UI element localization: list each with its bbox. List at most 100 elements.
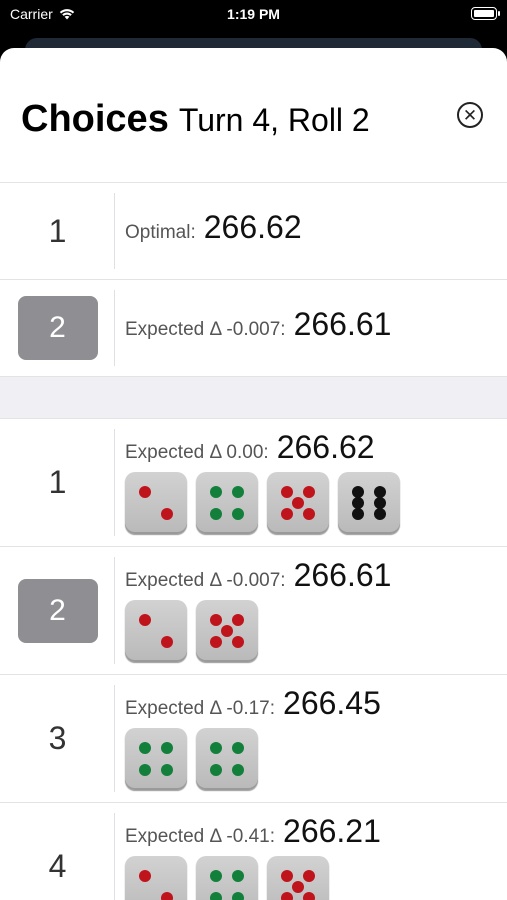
choice-content: Expected Δ 0.00: 266.62 — [125, 429, 400, 534]
expected-label: Optimal: — [125, 222, 196, 243]
expected-value-line: Optimal: 266.62 — [125, 209, 302, 246]
die-pip — [210, 614, 222, 626]
die-pip — [210, 636, 222, 648]
choice-row[interactable]: 2 Expected Δ -0.007: 266.61 — [0, 547, 507, 675]
die-pip — [210, 508, 222, 520]
column-divider — [114, 685, 115, 792]
dice-group — [125, 472, 400, 534]
die-pip — [232, 614, 244, 626]
choice-row[interactable]: 3 Expected Δ -0.17: 266.45 — [0, 675, 507, 803]
die-pip — [303, 508, 315, 520]
die-pip — [161, 636, 173, 648]
die-4 — [125, 728, 187, 790]
column-divider — [114, 193, 115, 269]
die-pip — [232, 870, 244, 882]
number-label: 4 — [48, 848, 67, 884]
choice-number: 3 — [0, 675, 115, 802]
summary-row[interactable]: 2 Expected Δ -0.007: 266.61 — [0, 280, 507, 377]
die-pip — [281, 486, 293, 498]
sheet-header: Choices Turn 4, Roll 2 ✕ — [0, 48, 507, 183]
die-pip — [232, 486, 244, 498]
choice-number: 1 — [0, 419, 115, 546]
die-pip — [232, 508, 244, 520]
expected-value: 266.61 — [293, 306, 392, 342]
choice-content: Expected Δ -0.007: 266.61 — [125, 557, 391, 662]
number-label: 1 — [48, 464, 67, 500]
die-pip — [139, 614, 151, 626]
die-pip — [232, 764, 244, 776]
battery-icon — [471, 7, 500, 20]
section-gap — [0, 377, 507, 419]
die-5 — [196, 600, 258, 662]
die-pip — [210, 870, 222, 882]
die-pip — [232, 892, 244, 900]
clock: 1:19 PM — [227, 6, 280, 22]
choice-number: 1 — [0, 183, 115, 279]
expected-label: Expected Δ -0.17: — [125, 698, 276, 719]
die-pip — [139, 764, 151, 776]
summary-row[interactable]: 1 Optimal: 266.62 — [0, 183, 507, 280]
choice-number: 2 — [0, 547, 115, 674]
die-pip — [221, 625, 233, 637]
die-pip — [139, 870, 151, 882]
die-2 — [125, 856, 187, 900]
status-bar: Carrier 1:19 PM — [0, 0, 507, 30]
die-4 — [196, 728, 258, 790]
die-5 — [267, 856, 329, 900]
expected-label: Expected Δ 0.00: — [125, 442, 269, 463]
die-2 — [125, 600, 187, 662]
close-icon[interactable]: ✕ — [457, 102, 483, 128]
die-pip — [210, 892, 222, 900]
summary-list: 1 Optimal: 266.62 2 Expected Δ -0.007: 266.61 — [0, 183, 507, 377]
column-divider — [114, 290, 115, 366]
die-pip — [210, 764, 222, 776]
die-pip — [139, 486, 151, 498]
choice-content: Expected Δ -0.41: 266.21 — [125, 813, 381, 900]
die-pip — [303, 870, 315, 882]
choice-row[interactable]: 1 Expected Δ 0.00: 266.62 — [0, 419, 507, 547]
choices-sheet: Choices Turn 4, Roll 2 ✕ 1 Optimal: 266.62 2… — [0, 48, 507, 900]
die-pip — [292, 881, 304, 893]
expected-label: Expected Δ -0.007: — [125, 319, 286, 340]
selected-number-badge: 2 — [17, 578, 98, 643]
page-title: Choices Turn 4, Roll 2 — [21, 98, 370, 141]
expected-label: Expected Δ -0.41: — [125, 826, 276, 847]
die-pip — [161, 742, 173, 754]
die-pip — [232, 636, 244, 648]
expected-value: 266.61 — [293, 557, 392, 593]
die-pip — [161, 508, 173, 520]
die-pip — [303, 486, 315, 498]
dice-group — [125, 600, 391, 662]
expected-value-line: Expected Δ -0.007: 266.61 — [125, 306, 391, 343]
die-pip — [352, 508, 364, 520]
choice-number: 2 — [0, 280, 115, 376]
choice-content: Expected Δ -0.17: 266.45 — [125, 685, 381, 790]
dice-group — [125, 856, 381, 900]
expected-value-line: Expected Δ -0.41: 266.21 — [125, 813, 381, 850]
die-pip — [139, 742, 151, 754]
choice-content: Expected Δ -0.007: 266.61 — [125, 306, 391, 343]
die-pip — [292, 497, 304, 509]
die-pip — [281, 892, 293, 900]
expected-value: 266.21 — [283, 813, 381, 849]
column-divider — [114, 813, 115, 900]
choice-number: 4 — [0, 803, 115, 900]
die-4 — [196, 472, 258, 534]
expected-value: 266.62 — [276, 429, 375, 465]
title-bold: Choices — [21, 98, 169, 140]
die-pip — [210, 742, 222, 754]
choice-row[interactable]: 4 Expected Δ -0.41: 266.21 — [0, 803, 507, 900]
die-pip — [281, 870, 293, 882]
die-5 — [267, 472, 329, 534]
title-subtitle: Turn 4, Roll 2 — [178, 102, 370, 138]
die-6 — [338, 472, 400, 534]
expected-value: 266.62 — [203, 209, 302, 245]
die-4 — [196, 856, 258, 900]
die-pip — [161, 892, 173, 900]
expected-value: 266.45 — [283, 685, 381, 721]
die-pip — [281, 508, 293, 520]
selected-number-badge: 2 — [17, 296, 98, 360]
die-pip — [374, 508, 386, 520]
choice-content: Optimal: 266.62 — [125, 209, 302, 246]
expected-value-line: Expected Δ -0.007: 266.61 — [125, 557, 391, 594]
